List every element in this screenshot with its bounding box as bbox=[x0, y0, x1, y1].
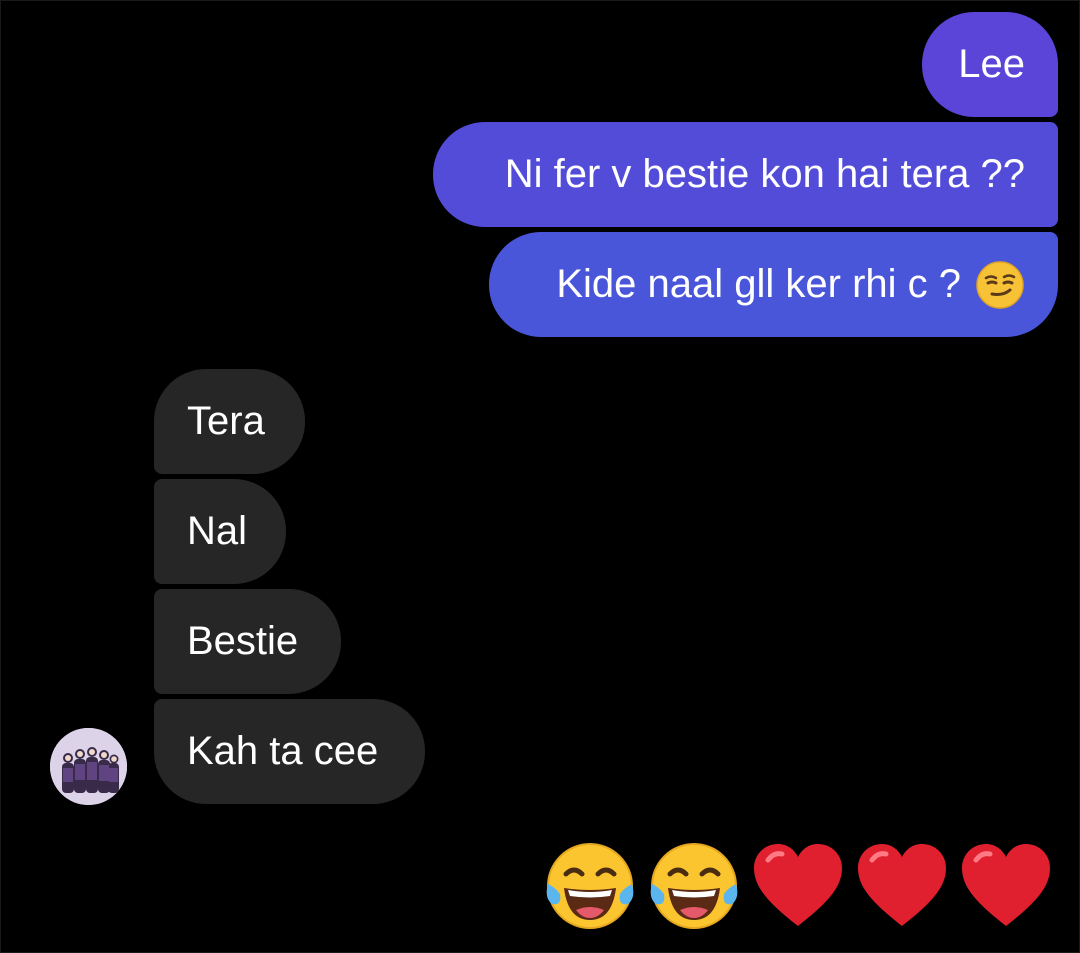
contact-avatar[interactable] bbox=[50, 728, 127, 805]
message-text: Bestie bbox=[187, 619, 299, 663]
message-text: Nal bbox=[187, 509, 248, 553]
message-text: Tera bbox=[187, 399, 265, 443]
tears-of-joy-icon[interactable] bbox=[542, 840, 638, 932]
message-text: Kah ta cee bbox=[187, 729, 379, 773]
sent-message-bubble[interactable]: Lee bbox=[922, 12, 1058, 117]
red-heart-icon[interactable] bbox=[854, 840, 950, 932]
received-message-bubble[interactable]: Bestie bbox=[154, 589, 341, 694]
smirking-face-icon bbox=[976, 260, 1024, 309]
received-message-bubble[interactable]: Tera bbox=[154, 369, 305, 474]
message-text: Lee bbox=[958, 42, 1025, 86]
group-photo-icon bbox=[50, 728, 127, 805]
red-heart-icon[interactable] bbox=[958, 840, 1054, 932]
reaction-emoji-row bbox=[542, 840, 1054, 932]
red-heart-icon[interactable] bbox=[750, 840, 846, 932]
message-text: Kide naal gll ker rhi c ? bbox=[556, 262, 961, 306]
message-text: Ni fer v bestie kon hai tera ?? bbox=[504, 152, 1025, 196]
received-message-bubble[interactable]: Kah ta cee bbox=[154, 699, 425, 804]
sent-message-bubble[interactable]: Ni fer v bestie kon hai tera ?? bbox=[433, 122, 1058, 227]
received-message-bubble[interactable]: Nal bbox=[154, 479, 286, 584]
tears-of-joy-icon[interactable] bbox=[646, 840, 742, 932]
sent-message-bubble[interactable]: Kide naal gll ker rhi c ? bbox=[489, 232, 1058, 337]
